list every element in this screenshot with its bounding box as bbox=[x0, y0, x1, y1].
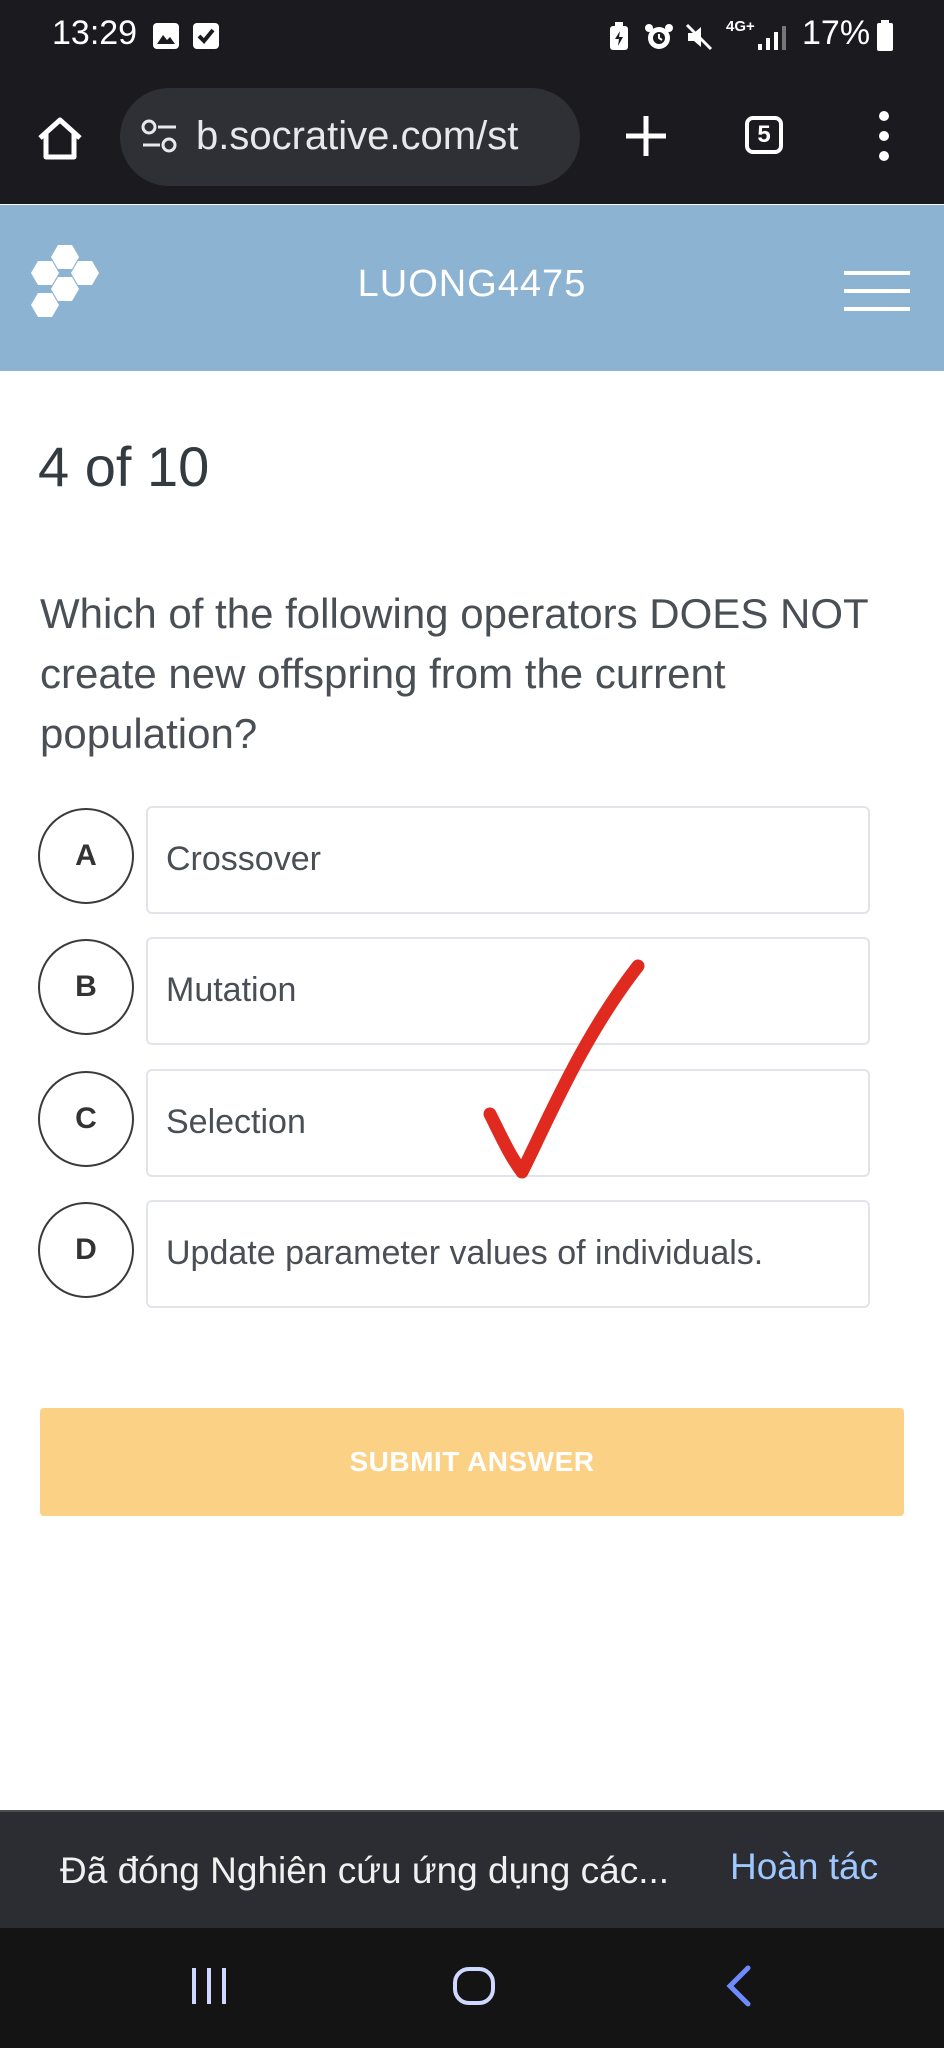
address-bar[interactable]: b.socrative.com/st bbox=[120, 88, 580, 186]
clock: 13:29 bbox=[52, 14, 138, 52]
choice-text: Update parameter values of individuals. bbox=[166, 1234, 764, 1272]
battery-percent: 17% bbox=[802, 14, 871, 52]
more-options-icon[interactable] bbox=[872, 108, 896, 164]
browser-toolbar: b.socrative.com/st 5 bbox=[0, 76, 944, 204]
choice-letter[interactable]: A bbox=[38, 808, 134, 904]
back-icon[interactable] bbox=[724, 1964, 754, 2008]
choice-text: Crossover bbox=[166, 840, 321, 878]
question-text: Which of the following operators DOES NO… bbox=[40, 590, 868, 757]
app-header: LUONG4475 bbox=[0, 205, 944, 371]
red-checkmark-annotation bbox=[483, 959, 645, 1179]
choice-a[interactable]: A Crossover bbox=[38, 806, 872, 918]
choice-letter[interactable]: B bbox=[38, 939, 134, 1035]
battery-icon bbox=[877, 20, 893, 51]
question-progress: 4 of 10 bbox=[38, 435, 210, 498]
home-icon[interactable] bbox=[34, 112, 86, 164]
network-type: 4G+ bbox=[726, 18, 755, 35]
gallery-notification-icon bbox=[153, 23, 179, 49]
submit-answer-button[interactable]: SUBMIT ANSWER bbox=[40, 1408, 904, 1516]
choice-box[interactable]: Crossover bbox=[146, 806, 870, 914]
battery-saver-icon bbox=[610, 22, 628, 50]
hamburger-menu-icon[interactable] bbox=[844, 269, 910, 313]
system-navigation-bar bbox=[0, 1928, 944, 2048]
recent-apps-icon[interactable] bbox=[188, 1966, 230, 2006]
url-text[interactable]: b.socrative.com/st bbox=[196, 114, 518, 159]
snackbar-message: Đã đóng Nghiên cứu ứng dụng các... bbox=[60, 1850, 670, 1891]
choice-text: Selection bbox=[166, 1103, 306, 1141]
check-notification-icon bbox=[193, 23, 219, 49]
choice-d[interactable]: D Update parameter values of individuals… bbox=[38, 1200, 872, 1312]
home-nav-icon[interactable] bbox=[452, 1966, 496, 2006]
tab-switcher-button[interactable]: 5 bbox=[745, 116, 783, 154]
room-name: LUONG4475 bbox=[357, 263, 587, 305]
site-settings-icon[interactable] bbox=[140, 118, 180, 156]
choice-letter[interactable]: C bbox=[38, 1071, 134, 1167]
snackbar: Đã đóng Nghiên cứu ứng dụng các... Hoàn … bbox=[0, 1810, 944, 1930]
new-tab-icon[interactable] bbox=[618, 108, 674, 164]
status-bar: 13:29 4G+ 17% bbox=[0, 0, 944, 76]
choice-b[interactable]: B Mutation bbox=[38, 937, 872, 1049]
undo-button[interactable]: Hoàn tác bbox=[730, 1846, 878, 1888]
choice-c[interactable]: C Selection bbox=[38, 1069, 872, 1181]
choice-text: Mutation bbox=[166, 971, 297, 1009]
mute-icon bbox=[685, 23, 713, 51]
signal-icon bbox=[758, 26, 786, 50]
choice-box[interactable]: Update parameter values of individuals. bbox=[146, 1200, 870, 1308]
alarm-icon bbox=[645, 24, 673, 49]
choice-letter[interactable]: D bbox=[38, 1202, 134, 1298]
